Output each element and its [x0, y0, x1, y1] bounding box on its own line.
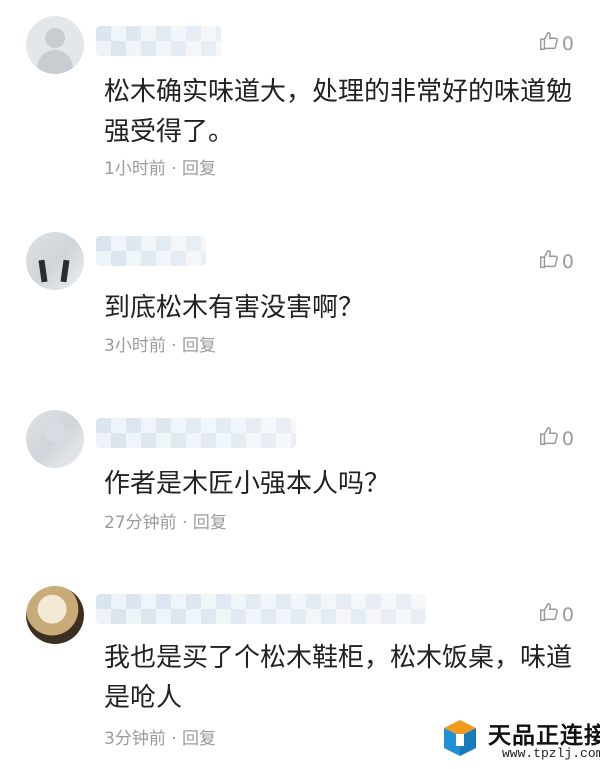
comment-meta: 1小时前 · 回复 — [104, 154, 216, 179]
like-button[interactable]: 0 — [538, 30, 574, 57]
user-photo-icon — [38, 259, 48, 283]
like-count: 0 — [561, 32, 574, 55]
user-photo-icon — [45, 422, 65, 442]
comment-time: 3分钟前 — [104, 729, 166, 749]
comment-text: 我也是买了个松木鞋柜，松木饭桌，味道是呛人 — [104, 643, 573, 713]
cube-logo-icon — [444, 720, 476, 756]
meta-separator: · — [171, 336, 177, 356]
default-user-icon — [45, 28, 65, 48]
comment-meta: 3分钟前 · 回复 — [104, 724, 216, 749]
meta-separator: · — [182, 513, 188, 533]
meta-separator: · — [171, 159, 177, 179]
like-count: 0 — [561, 427, 574, 450]
reply-link[interactable]: 回复 — [182, 336, 216, 356]
reply-link[interactable]: 回复 — [182, 159, 216, 179]
like-count: 0 — [561, 250, 574, 273]
avatar[interactable] — [26, 410, 84, 468]
username-mosaic[interactable] — [96, 594, 426, 624]
username-mosaic[interactable] — [96, 418, 296, 448]
thumbs-up-icon — [538, 601, 560, 628]
username-mosaic[interactable] — [96, 26, 221, 56]
like-button[interactable]: 0 — [538, 248, 574, 275]
reply-link[interactable]: 回复 — [193, 513, 227, 533]
comment-time: 3小时前 — [104, 336, 166, 356]
thumbs-up-icon — [538, 30, 560, 57]
like-button[interactable]: 0 — [538, 425, 574, 452]
comment-time: 1小时前 — [104, 159, 166, 179]
comment-text: 到底松木有害没害啊？ — [104, 293, 365, 323]
watermark-url: www.tpzlj.com — [502, 746, 600, 761]
watermark-logo: 天品正连接 www.tpzlj.com — [436, 712, 600, 768]
like-count: 0 — [561, 603, 574, 626]
comment-text: 松木确实味道大，处理的非常好的味道勉强受得了。 — [104, 77, 573, 147]
comment-meta: 3小时前 · 回复 — [104, 331, 216, 356]
like-button[interactable]: 0 — [538, 601, 574, 628]
thumbs-up-icon — [538, 425, 560, 452]
comment-meta: 27分钟前 · 回复 — [104, 508, 227, 533]
watermark-name: 天品正连接 — [488, 723, 600, 749]
comment-time: 27分钟前 — [104, 513, 177, 533]
comment-text: 作者是木匠小强本人吗？ — [104, 469, 391, 499]
avatar[interactable] — [26, 586, 84, 644]
username-mosaic[interactable] — [96, 236, 206, 266]
reply-link[interactable]: 回复 — [182, 729, 216, 749]
avatar[interactable] — [26, 232, 84, 290]
meta-separator: · — [171, 729, 177, 749]
avatar[interactable] — [26, 16, 84, 74]
thumbs-up-icon — [538, 248, 560, 275]
